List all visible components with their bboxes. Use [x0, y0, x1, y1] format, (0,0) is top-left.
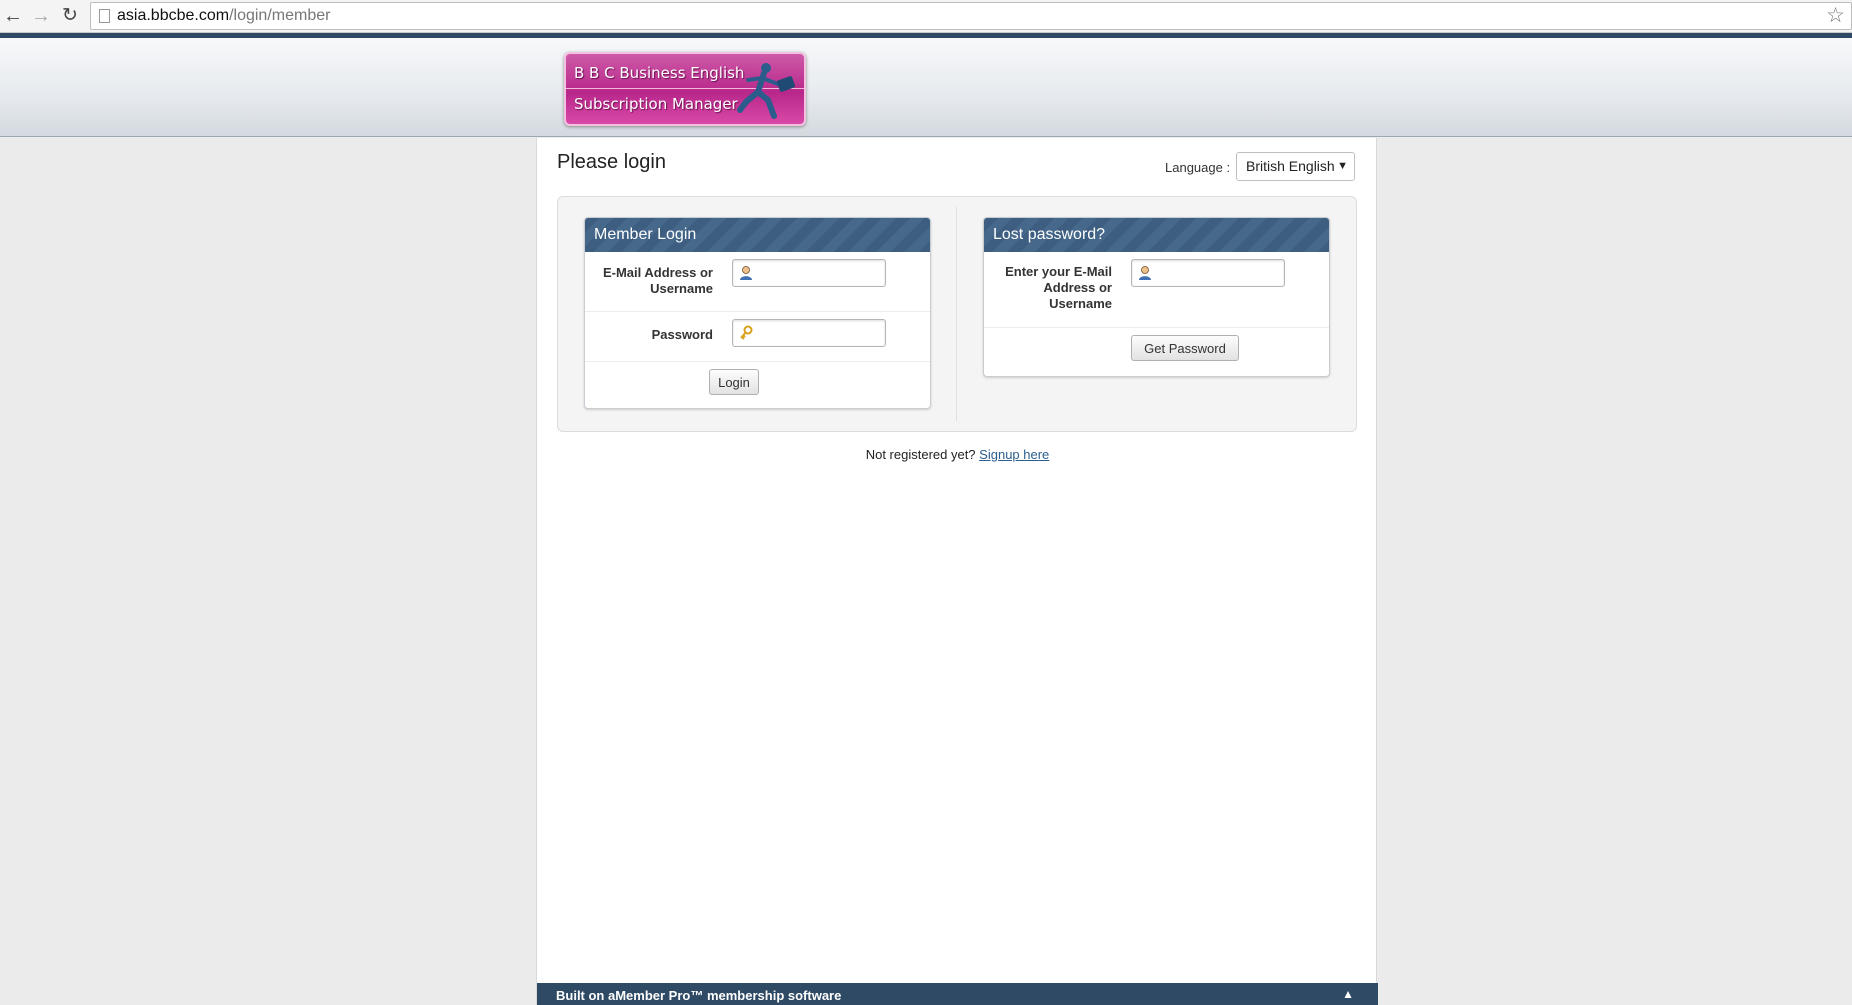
language-value: British English: [1246, 158, 1335, 174]
lost-email-label-line1: Enter your E-Mail: [1005, 264, 1112, 279]
address-bar[interactable]: asia.bbcbe.com/login/member ☆: [90, 2, 1852, 30]
chevron-down-icon: ▼: [1337, 160, 1348, 172]
login-button-row: Login: [585, 362, 930, 408]
signup-prompt: Not registered yet? Signup here: [537, 447, 1378, 462]
site-logo[interactable]: B B C Business English Subscription Mana…: [564, 52, 806, 126]
site-header: B B C Business English Subscription Mana…: [0, 33, 1852, 137]
browser-toolbar: ← → ↻ asia.bbcbe.com/login/member ☆: [0, 0, 1852, 33]
logo-title: B B C Business English: [574, 64, 745, 82]
running-businessman-icon: [737, 63, 796, 119]
bookmark-star-icon[interactable]: ☆: [1826, 4, 1845, 28]
panel-divider: [956, 207, 957, 421]
member-login-box: Member Login E-Mail Address or Username …: [584, 217, 931, 409]
lost-email-label-line3: Username: [1049, 296, 1112, 311]
footer-bar: Built on aMember Pro™ membership softwar…: [537, 983, 1378, 1005]
username-input[interactable]: [757, 263, 881, 283]
member-login-heading: Member Login: [585, 218, 930, 252]
language-label: Language :: [1165, 160, 1231, 175]
page-icon: [99, 9, 110, 23]
get-password-button[interactable]: Get Password: [1131, 335, 1239, 361]
language-select[interactable]: British English ▼: [1236, 152, 1355, 181]
scroll-up-icon[interactable]: ▲: [1342, 981, 1354, 1005]
user-icon: [740, 266, 752, 280]
forward-arrow-icon[interactable]: →: [30, 5, 52, 27]
get-password-row: Get Password: [984, 328, 1329, 374]
signup-text: Not registered yet?: [865, 447, 976, 462]
password-field[interactable]: [732, 319, 886, 347]
lost-email-input[interactable]: [1156, 263, 1280, 283]
main-content: Please login Language : British English …: [536, 138, 1378, 1005]
lost-password-box: Lost password? Enter your E-Mail Address…: [983, 217, 1330, 377]
reload-icon[interactable]: ↻: [59, 5, 81, 27]
key-icon: [740, 325, 753, 340]
username-label: E-Mail Address or Username: [603, 265, 713, 297]
username-label-line2: Username: [650, 281, 713, 296]
user-icon: [1139, 266, 1151, 280]
page-title: Please login: [557, 151, 666, 173]
login-button[interactable]: Login: [709, 369, 759, 395]
lost-email-label-line2: Address or: [1043, 280, 1112, 295]
username-field[interactable]: [732, 259, 886, 287]
password-row: Password: [585, 312, 930, 362]
logo-subtitle: Subscription Manager: [574, 95, 738, 113]
url-host: asia.bbcbe.com: [117, 7, 230, 24]
url-path: /login/member: [229, 7, 331, 24]
lost-email-field[interactable]: [1131, 259, 1285, 287]
login-panel: Member Login E-Mail Address or Username …: [557, 196, 1357, 432]
password-label: Password: [651, 327, 713, 342]
back-arrow-icon[interactable]: ←: [2, 5, 24, 27]
footer-text: Built on aMember Pro™ membership softwar…: [556, 988, 842, 1003]
lost-email-row: Enter your E-Mail Address or Username: [984, 252, 1329, 328]
lost-password-heading: Lost password?: [984, 218, 1329, 252]
lost-email-label: Enter your E-Mail Address or Username: [1005, 264, 1112, 312]
username-row: E-Mail Address or Username: [585, 252, 930, 312]
signup-link[interactable]: Signup here: [979, 447, 1049, 462]
password-input[interactable]: [757, 323, 881, 343]
username-label-line1: E-Mail Address or: [602, 265, 713, 280]
